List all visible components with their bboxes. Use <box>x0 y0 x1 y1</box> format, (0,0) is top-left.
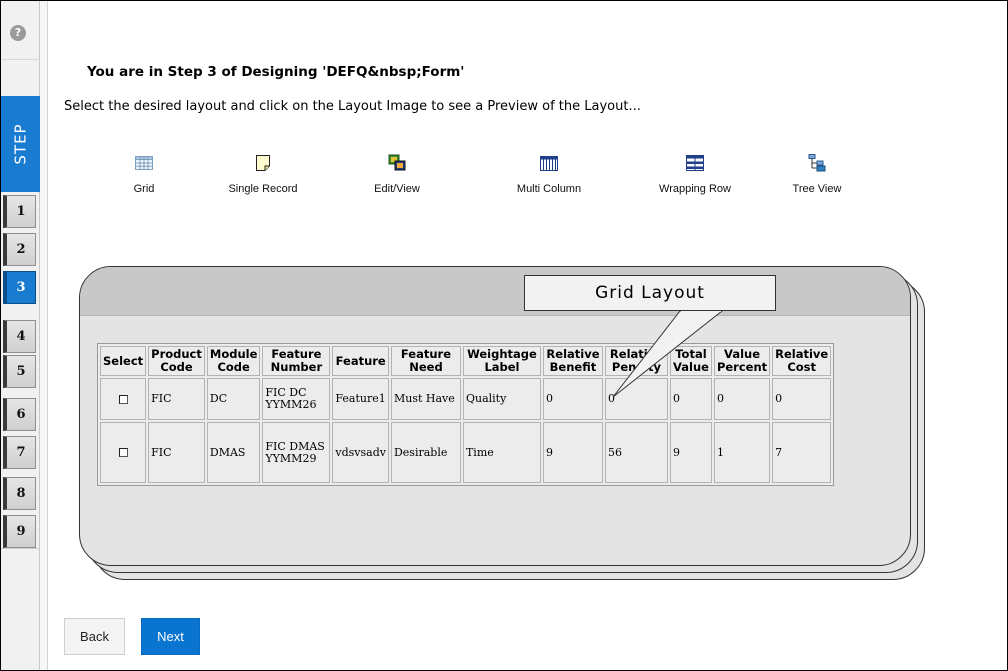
row-select-cell <box>100 378 147 420</box>
col-feature: Feature <box>332 346 389 376</box>
col-weightage-label: Weightage Label <box>462 346 541 376</box>
cell-relative-cost: 0 <box>772 378 832 420</box>
rail-edge <box>40 1 48 670</box>
edit-view-icon[interactable] <box>387 153 407 173</box>
col-feature-need: Feature Need <box>390 346 461 376</box>
cell-total-value: 9 <box>669 422 712 483</box>
layout-label-grid: Grid <box>133 183 155 195</box>
step-banner: STEP <box>1 96 40 192</box>
cell-module-code: DMAS <box>206 422 261 483</box>
layout-option-edit-view[interactable]: Edit/View <box>332 153 462 195</box>
rail-bottom-divider <box>1 548 39 549</box>
table-row: FIC DC FIC DC YYMM26 Feature1 Must Have … <box>100 378 832 420</box>
preview-sheet-front: Select Product Code Module Code Feature … <box>79 266 911 566</box>
layout-label-wrapping-row: Wrapping Row <box>659 183 731 195</box>
cell-relative-benefit: 0 <box>542 378 603 420</box>
wrapping-row-icon[interactable] <box>685 153 705 173</box>
step-item-2[interactable]: 2 <box>3 233 36 266</box>
cell-feature-number: FIC DC YYMM26 <box>262 378 331 420</box>
cell-value-percent: 1 <box>713 422 771 483</box>
col-module-code: Module Code <box>206 346 261 376</box>
col-relative-cost: Relative Cost <box>772 346 832 376</box>
table-row: FIC DMAS FIC DMAS YYMM29 vdsvsadv Desira… <box>100 422 832 483</box>
cell-product-code: FIC <box>148 378 205 420</box>
cell-feature: Feature1 <box>332 378 389 420</box>
rail-divider <box>2 59 40 60</box>
col-feature-number: Feature Number <box>262 346 331 376</box>
step-item-3[interactable]: 3 <box>3 271 36 304</box>
cell-total-value: 0 <box>669 378 712 420</box>
cell-relative-cost: 7 <box>772 422 832 483</box>
cell-relative-penalty: 0 <box>604 378 668 420</box>
col-relative-benefit: Relative Benefit <box>542 346 603 376</box>
layout-label-multi-column: Multi Column <box>516 183 582 195</box>
layout-callout: Grid Layout <box>524 275 776 311</box>
cell-weightage-label: Time <box>462 422 541 483</box>
layout-label-tree-view: Tree View <box>792 183 842 195</box>
step-item-8[interactable]: 8 <box>3 477 36 510</box>
cell-feature-need: Desirable <box>390 422 461 483</box>
step-item-1[interactable]: 1 <box>3 195 36 228</box>
multi-column-icon[interactable] <box>539 153 559 173</box>
cell-feature: vdsvsadv <box>332 422 389 483</box>
cell-weightage-label: Quality <box>462 378 541 420</box>
step-item-5[interactable]: 5 <box>3 355 36 388</box>
instruction-text: Select the desired layout and click on t… <box>64 99 641 114</box>
cell-product-code: FIC <box>148 422 205 483</box>
col-value-percent: Value Percent <box>713 346 771 376</box>
layout-option-tree-view[interactable]: Tree View <box>752 153 882 195</box>
tree-view-icon[interactable] <box>807 153 827 173</box>
next-button[interactable]: Next <box>141 618 200 655</box>
col-relative-penalty: Relative Penalty <box>604 346 668 376</box>
preview-header-band <box>80 267 910 316</box>
step-item-7[interactable]: 7 <box>3 436 36 469</box>
row-select-checkbox[interactable] <box>118 448 128 457</box>
single-record-icon[interactable] <box>253 153 273 173</box>
step-item-9[interactable]: 9 <box>3 515 36 548</box>
cell-relative-benefit: 9 <box>542 422 603 483</box>
layout-option-multi-column[interactable]: Multi Column <box>484 153 614 195</box>
table-header-row: Select Product Code Module Code Feature … <box>100 346 832 376</box>
layout-label-single-record: Single Record <box>228 183 298 195</box>
step-item-4[interactable]: 4 <box>3 320 36 353</box>
col-product-code: Product Code <box>148 346 205 376</box>
cell-module-code: DC <box>206 378 261 420</box>
question-icon[interactable]: ? <box>10 25 26 41</box>
cell-relative-penalty: 56 <box>604 422 668 483</box>
layout-label-edit-view: Edit/View <box>374 183 420 195</box>
preview-grid-table: Select Product Code Module Code Feature … <box>97 343 835 486</box>
col-select: Select <box>100 346 147 376</box>
row-select-checkbox[interactable] <box>118 394 128 404</box>
col-total-value: Total Value <box>669 346 712 376</box>
cell-value-percent: 0 <box>713 378 771 420</box>
grid-icon[interactable] <box>134 153 154 173</box>
row-select-cell <box>100 422 147 483</box>
layout-option-single-record[interactable]: Single Record <box>198 153 328 195</box>
cell-feature-need: Must Have <box>390 378 461 420</box>
layout-option-grid[interactable]: Grid <box>79 153 209 195</box>
cell-feature-number: FIC DMAS YYMM29 <box>262 422 331 483</box>
step-banner-label: STEP <box>11 123 30 165</box>
back-button[interactable]: Back <box>64 618 125 655</box>
step-item-6[interactable]: 6 <box>3 398 36 431</box>
page-title: You are in Step 3 of Designing 'DEFQ&nbs… <box>87 64 465 80</box>
layout-option-wrapping-row[interactable]: Wrapping Row <box>630 153 760 195</box>
